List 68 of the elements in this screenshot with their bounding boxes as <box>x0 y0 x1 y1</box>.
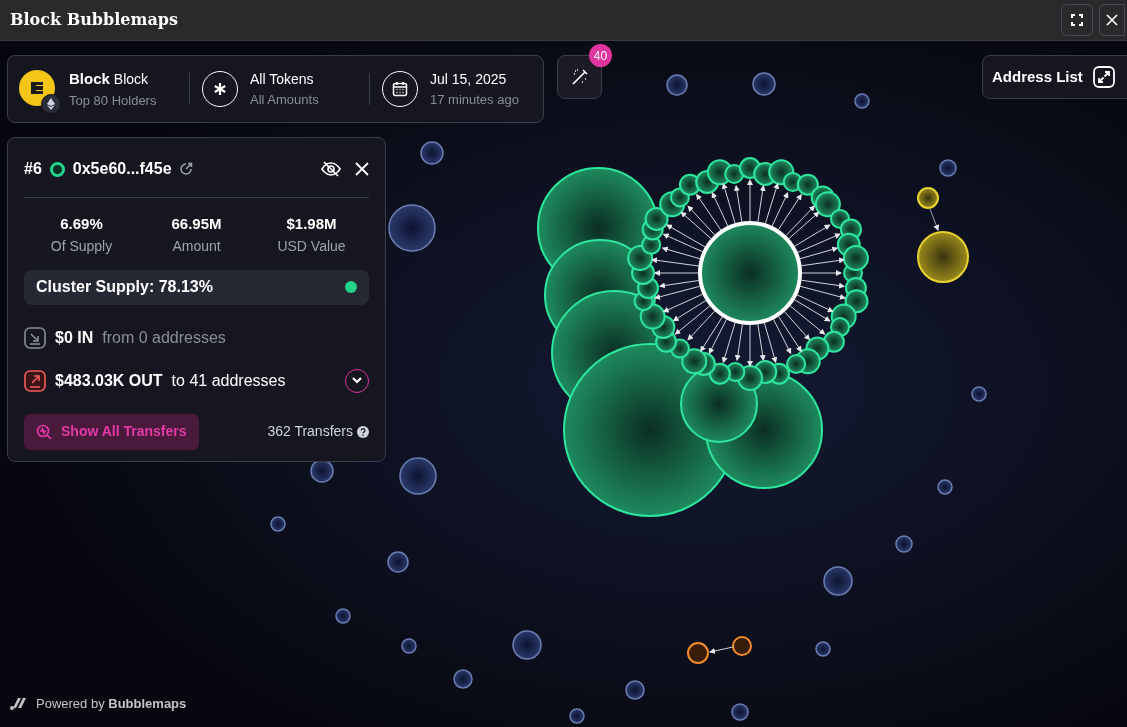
bubble[interactable] <box>854 93 870 109</box>
linked-bubbles-drawing[interactable] <box>917 187 969 283</box>
stat-value: 6.69% <box>60 214 103 234</box>
bubble[interactable] <box>512 630 542 660</box>
token-filter-title[interactable]: All Tokens <box>250 68 319 90</box>
powered-by-text: Powered by Bubblemaps <box>36 695 187 713</box>
status-ring-icon <box>49 161 65 177</box>
bubble[interactable] <box>569 708 585 724</box>
cluster-supply-label: Cluster Supply: 78.13% <box>36 277 213 297</box>
close-button[interactable] <box>1099 4 1125 36</box>
bubble[interactable] <box>666 74 688 96</box>
transfers-count: 362 Transfers <box>267 422 353 441</box>
help-icon[interactable] <box>357 425 369 438</box>
close-icon[interactable] <box>355 162 369 176</box>
holders-label: Top 80 Holders <box>69 91 158 110</box>
token-logo <box>19 70 55 106</box>
fullscreen-icon <box>1071 14 1083 26</box>
stat-value: 66.95M <box>171 214 222 234</box>
bubble[interactable] <box>387 551 409 573</box>
show-all-transfers-button[interactable]: Show All Transfers <box>24 413 199 450</box>
ethereum-icon <box>41 94 61 114</box>
snapshot-date[interactable]: Jul 15, 2025 <box>430 68 519 90</box>
bubble[interactable] <box>388 204 436 252</box>
holder-address[interactable]: 0x5e60...f45e <box>72 157 172 181</box>
inflow-icon <box>24 326 46 349</box>
outflow-amount: $483.03K OUT <box>55 370 163 391</box>
bubble[interactable] <box>971 386 987 402</box>
bubble[interactable] <box>937 479 953 495</box>
stat-label: Of Supply <box>50 236 113 256</box>
bubble[interactable] <box>310 459 334 483</box>
bubblemaps-logo-icon <box>10 697 27 711</box>
address-list-button[interactable]: Address List <box>982 55 1127 99</box>
outflow-detail: to 41 addresses <box>171 370 286 391</box>
external-link-icon[interactable] <box>178 162 193 176</box>
bubble[interactable] <box>335 608 351 624</box>
hide-icon[interactable] <box>321 161 341 177</box>
token-name: Block <box>113 70 149 89</box>
bubble[interactable] <box>401 638 417 654</box>
stat-label: USD Value <box>277 236 346 256</box>
bubble-cluster-drawing[interactable] <box>537 157 869 517</box>
bubble[interactable] <box>731 703 749 721</box>
stat-value: $1.98M <box>286 214 337 234</box>
fullscreen-button[interactable] <box>1061 4 1093 36</box>
token-symbol: Block <box>69 69 110 89</box>
search-icon <box>36 423 52 440</box>
bubble[interactable] <box>420 141 444 165</box>
bubble[interactable] <box>453 669 473 689</box>
stat-label: Amount <box>172 236 221 256</box>
token-filter-subtitle: All Amounts <box>250 90 319 109</box>
bubble[interactable] <box>939 159 957 177</box>
bubble[interactable] <box>399 457 437 495</box>
bubble[interactable] <box>815 641 831 657</box>
close-icon <box>1106 14 1118 26</box>
bubble[interactable] <box>625 680 645 700</box>
holder-rank: #6 <box>24 159 42 179</box>
linked-bubbles-drawing[interactable] <box>687 636 752 664</box>
expand-icon <box>1092 66 1115 88</box>
bubble[interactable] <box>752 72 776 96</box>
magic-wand-icon <box>570 68 589 86</box>
bubble[interactable] <box>823 566 853 596</box>
bubble[interactable] <box>895 535 913 553</box>
bubble[interactable] <box>270 516 286 532</box>
chevron-down-icon <box>352 377 362 384</box>
outflow-icon <box>24 369 46 392</box>
window-title: Block Bubblemaps <box>10 9 178 31</box>
inflow-detail: from 0 addresses <box>102 327 226 348</box>
snapshot-age: 17 minutes ago <box>430 90 519 109</box>
inflow-amount: $0 IN <box>55 327 94 348</box>
